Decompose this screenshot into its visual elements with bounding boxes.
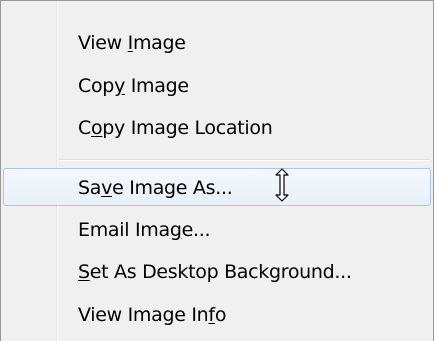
menu-item-label: Copy Image Location <box>78 117 273 139</box>
menu-item-label: Email Image... <box>78 219 211 241</box>
menu-item-label: View Image <box>78 32 186 54</box>
menu-item-label: View Image Info <box>78 304 227 326</box>
menu-item-save-image-as[interactable]: Save Image As... <box>3 168 431 206</box>
menu-item-view-image-info[interactable]: View Image Info <box>3 295 431 333</box>
menu-item-label: Save Image As... <box>78 177 233 199</box>
menu-item-copy-image-location[interactable]: Copy Image Location <box>3 108 431 146</box>
menu-item-email-image[interactable]: Email Image... <box>3 210 431 248</box>
context-menu: View Image Copy Image Copy Image Locatio… <box>0 0 434 341</box>
menu-item-label: Set As Desktop Background... <box>78 261 352 283</box>
menu-item-label: Copy Image <box>78 75 189 97</box>
menu-item-set-as-desktop-background[interactable]: Set As Desktop Background... <box>3 252 431 290</box>
text-cursor-icon <box>275 168 289 202</box>
menu-item-copy-image[interactable]: Copy Image <box>3 66 431 104</box>
menu-separator <box>59 159 429 161</box>
menu-item-view-image[interactable]: View Image <box>3 23 431 61</box>
